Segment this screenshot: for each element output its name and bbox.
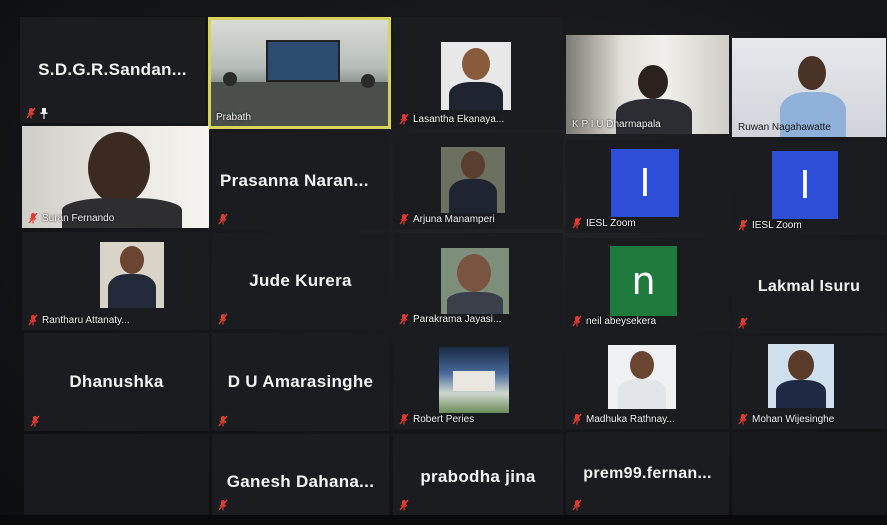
profile-photo	[100, 242, 164, 308]
participant-name: Robert Peries	[413, 413, 475, 425]
participant-name: Lasantha Ekanaya...	[413, 113, 505, 125]
participant-name: Ganesh Dahana...	[226, 472, 375, 491]
microphone-muted-icon	[738, 317, 748, 329]
participant-tile[interactable]: Ruwan Nagahawatte	[732, 38, 886, 137]
empty-tile	[24, 434, 209, 515]
participant-tile-active-speaker[interactable]: Prabath	[208, 17, 391, 129]
participant-name: neil abeysekera	[586, 315, 657, 327]
participant-tile[interactable]: I IESL Zoom	[732, 142, 886, 235]
participant-tile[interactable]: Ganesh Dahana...	[212, 434, 389, 515]
empty-tile	[732, 432, 886, 515]
participant-name: prabodha jina	[420, 467, 536, 486]
participant-name: Prabath	[216, 112, 252, 123]
participant-name: Suran Fernando	[42, 212, 115, 224]
microphone-muted-icon	[572, 315, 582, 327]
microphone-muted-icon	[572, 413, 582, 425]
participant-name: Madhuka Rathnay...	[586, 413, 675, 425]
avatar: I	[772, 151, 838, 219]
profile-photo	[441, 248, 509, 314]
participant-name: Parakrama Jayasi...	[413, 313, 502, 325]
microphone-muted-icon	[218, 213, 228, 225]
profile-photo	[441, 42, 511, 110]
microphone-muted-icon	[738, 219, 748, 231]
participant-tile[interactable]: Suran Fernando	[22, 126, 209, 228]
participant-tile[interactable]: n neil abeysekera	[566, 238, 729, 331]
participant-name: D U Amarasinghe	[227, 372, 374, 391]
participant-tile[interactable]: Rantharu Attanaty...	[22, 232, 209, 330]
participant-name: Rantharu Attanaty...	[42, 314, 130, 326]
participant-name: IESL Zoom	[586, 217, 636, 229]
microphone-muted-icon	[399, 313, 409, 325]
participant-tile[interactable]: D U Amarasinghe	[212, 333, 389, 431]
microphone-muted-icon	[30, 415, 40, 427]
participant-tile[interactable]: prabodha jina	[393, 434, 563, 515]
participant-name: Prasanna Naran...	[220, 171, 369, 190]
zoom-gallery-view: S.D.G.R.Sandan... Prabath Lasantha Ekana…	[0, 0, 887, 525]
presentation-screen	[266, 40, 340, 82]
participant-tile[interactable]: prem99.fernan...	[566, 432, 729, 515]
microphone-muted-icon	[572, 217, 582, 229]
microphone-muted-icon	[572, 499, 582, 511]
microphone-muted-icon	[28, 212, 38, 224]
microphone-muted-icon	[26, 107, 36, 119]
participant-name: K P I U Dharmapala	[572, 119, 661, 130]
participant-tile[interactable]: Dhanushka	[24, 333, 209, 431]
participant-tile[interactable]: I IESL Zoom	[566, 140, 729, 233]
participant-tile[interactable]: Lasantha Ekanaya...	[393, 17, 563, 129]
participant-name: Ruwan Nagahawatte	[738, 122, 831, 133]
participant-tile[interactable]: Prasanna Naran...	[212, 133, 389, 229]
participant-tile[interactable]: Madhuka Rathnay...	[566, 336, 729, 429]
participant-name: prem99.fernan...	[583, 465, 712, 482]
microphone-muted-icon	[218, 499, 228, 511]
participant-tile[interactable]: S.D.G.R.Sandan...	[20, 17, 205, 123]
profile-photo	[608, 345, 676, 409]
screen-bezel	[0, 515, 887, 525]
microphone-muted-icon	[399, 413, 409, 425]
participant-tile[interactable]: Arjuna Manamperi	[393, 133, 563, 229]
pin-icon	[40, 107, 48, 119]
microphone-muted-icon	[738, 413, 748, 425]
microphone-muted-icon	[28, 314, 38, 326]
participant-tile[interactable]: Mohan Wijesinghe	[732, 336, 886, 429]
profile-photo	[439, 347, 509, 413]
avatar: n	[610, 246, 677, 316]
participant-tile[interactable]: Parakrama Jayasi...	[393, 233, 563, 329]
microphone-muted-icon	[218, 415, 228, 427]
microphone-muted-icon	[399, 213, 409, 225]
participant-name: IESL Zoom	[752, 219, 802, 231]
profile-photo	[441, 147, 505, 213]
participant-tile[interactable]: Jude Kurera	[212, 233, 389, 329]
participant-tile[interactable]: Lakmal Isuru	[732, 240, 886, 333]
participant-name: Mohan Wijesinghe	[752, 413, 835, 425]
participant-name: Jude Kurera	[249, 271, 352, 290]
video-feed	[211, 20, 388, 126]
participant-name: Arjuna Manamperi	[413, 213, 495, 225]
participant-name: S.D.G.R.Sandan...	[38, 60, 187, 79]
participant-tile[interactable]: Robert Peries	[393, 333, 563, 429]
participant-name: Dhanushka	[69, 372, 164, 391]
participant-name: Lakmal Isuru	[757, 277, 861, 295]
avatar: I	[611, 149, 679, 217]
microphone-muted-icon	[399, 499, 409, 511]
participant-tile[interactable]: K P I U Dharmapala	[566, 35, 729, 134]
profile-photo	[768, 344, 834, 408]
microphone-muted-icon	[399, 113, 409, 125]
microphone-muted-icon	[218, 313, 228, 325]
